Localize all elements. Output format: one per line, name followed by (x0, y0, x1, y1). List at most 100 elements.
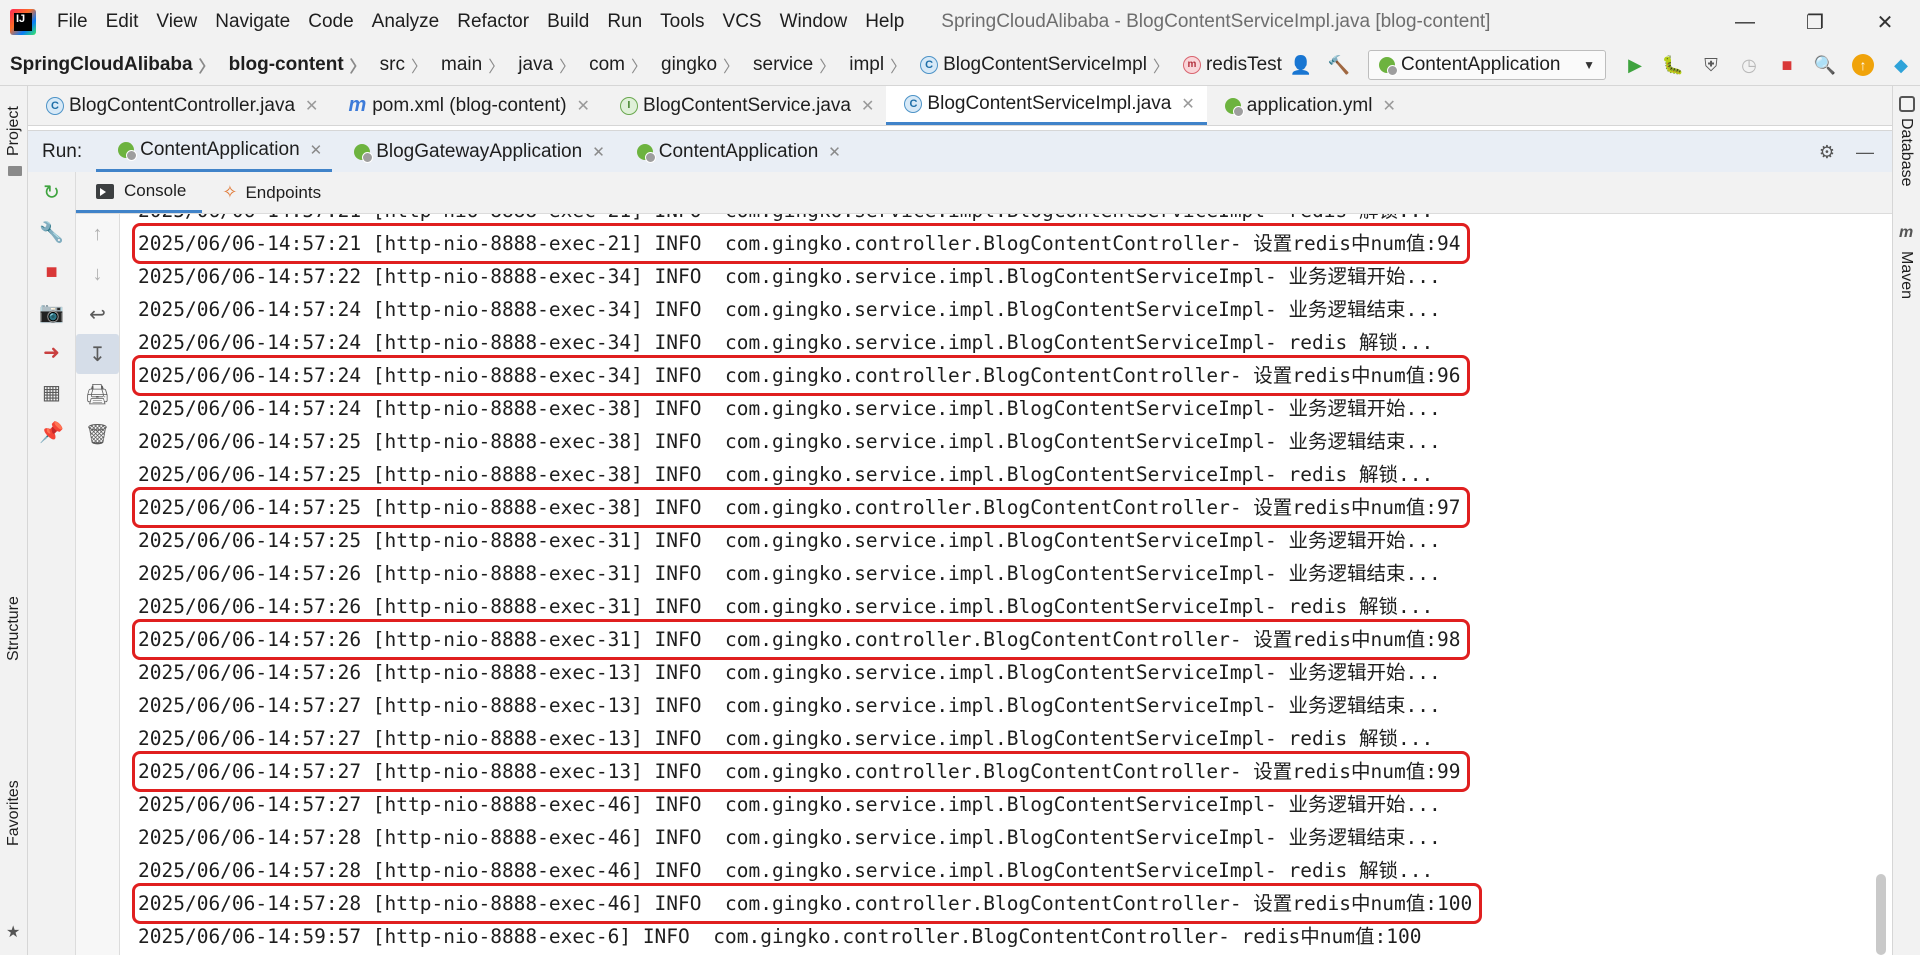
tab-pom-xml[interactable]: m pom.xml (blog-content) ✕ (330, 86, 602, 125)
wrench-icon[interactable]: 🔧 (28, 212, 75, 252)
user-icon[interactable]: 👤 (1286, 50, 1316, 80)
menu-view[interactable]: View (147, 11, 206, 33)
breadcrumb-gingko[interactable]: gingko 〉 (651, 53, 743, 77)
run-tab-contentapplication[interactable]: ContentApplication ✕ (96, 131, 333, 172)
log-line: 2025/06/06-14:57:24 [http-nio-8888-exec-… (138, 298, 1441, 321)
pin-icon[interactable]: 📌 (28, 412, 75, 452)
breadcrumb-method[interactable]: m redisTest (1173, 54, 1286, 76)
spring-boot-icon (1379, 57, 1398, 76)
menu-tools[interactable]: Tools (651, 11, 713, 33)
close-tab-icon[interactable]: ✕ (828, 143, 841, 161)
search-icon[interactable]: 🔍 (1810, 50, 1840, 80)
camera-icon[interactable]: 📷 (28, 292, 75, 332)
log-line: 2025/06/06-14:57:22 [http-nio-8888-exec-… (138, 265, 1441, 288)
profile-icon[interactable]: ◷ (1734, 50, 1764, 80)
chevron-right-icon: 〉 (723, 58, 740, 76)
menu-analyze[interactable]: Analyze (363, 11, 449, 33)
exit-icon[interactable]: ➜ (28, 332, 75, 372)
breadcrumb-java[interactable]: java 〉 (508, 53, 579, 77)
stop-icon[interactable]: ■ (1772, 50, 1802, 80)
hammer-build-icon[interactable]: 🔨 (1324, 50, 1354, 80)
run-configuration-select[interactable]: ContentApplication ▼ (1368, 50, 1606, 80)
breadcrumb-service[interactable]: service 〉 (743, 53, 839, 77)
minimize-icon[interactable]: — (1710, 0, 1780, 44)
coverage-icon[interactable]: ⛨ (1696, 50, 1726, 80)
tab-endpoints[interactable]: ✧ Endpoints (202, 172, 337, 213)
breadcrumb-label: java (518, 53, 554, 75)
menu-file[interactable]: File (48, 11, 97, 33)
log-line: 2025/06/06-14:57:25 [http-nio-8888-exec-… (138, 529, 1441, 552)
breadcrumb-src[interactable]: src 〉 (370, 53, 431, 77)
close-tab-icon[interactable]: ✕ (592, 143, 605, 161)
tab-application-yml[interactable]: application.yml ✕ (1207, 86, 1408, 125)
class-icon: C (904, 95, 923, 113)
stop-icon[interactable]: ■ (28, 252, 75, 292)
print-icon[interactable]: 🖨 (76, 374, 119, 414)
log-line: 2025/06/06-14:57:25 [http-nio-8888-exec-… (138, 463, 1434, 486)
subtab-label: Endpoints (245, 182, 322, 202)
rerun-icon[interactable]: ↻ (28, 172, 75, 212)
menu-window[interactable]: Window (771, 11, 857, 33)
run-toolbar-secondary: ↑ ↓ ↩ ↧ 🖨 🗑 (76, 214, 120, 955)
navigation-bar: SpringCloudAlibaba 〉 blog-content 〉 src 〉 m… (0, 44, 1920, 86)
trash-icon[interactable]: 🗑 (76, 414, 119, 454)
layout-icon[interactable]: ▦ (28, 372, 75, 412)
arrow-down-icon[interactable]: ↓ (76, 254, 119, 294)
run-icon[interactable]: ▶ (1620, 50, 1650, 80)
run-configuration-label: ContentApplication (1401, 54, 1561, 75)
minimize-panel-icon[interactable]: — (1850, 137, 1880, 167)
run-tab-bloggatewayapplication[interactable]: BlogGatewayApplication ✕ (332, 131, 615, 172)
close-tab-icon[interactable]: ✕ (305, 96, 318, 116)
close-tab-icon[interactable]: ✕ (310, 141, 323, 159)
maven-tool-button[interactable]: Maven (1897, 251, 1915, 299)
close-tab-icon[interactable]: ✕ (1181, 94, 1194, 114)
console-output[interactable]: 2025/06/06-14:57:21 [http-nio-8888-exec-… (120, 214, 1872, 955)
log-line-highlighted: 2025/06/06-14:57:24 [http-nio-8888-exec-… (131, 355, 1471, 396)
restore-icon[interactable]: ❐ (1780, 0, 1850, 44)
soft-wrap-icon[interactable]: ↩ (76, 294, 119, 334)
close-tab-icon[interactable]: ✕ (577, 96, 590, 116)
run-tab-contentapplication-2[interactable]: ContentApplication ✕ (615, 131, 851, 172)
breadcrumb-impl[interactable]: impl 〉 (839, 53, 910, 77)
scroll-to-end-icon[interactable]: ↧ (76, 334, 119, 374)
breadcrumb-project[interactable]: SpringCloudAlibaba 〉 (0, 53, 219, 77)
plugin-icon[interactable]: ◆ (1886, 50, 1916, 80)
tab-blogcontentcontroller[interactable]: C BlogContentController.java ✕ (28, 86, 330, 125)
menu-build[interactable]: Build (538, 11, 598, 33)
scrollbar-thumb[interactable] (1876, 874, 1886, 955)
tab-blogcontentserviceimpl[interactable]: C BlogContentServiceImpl.java ✕ (886, 86, 1207, 125)
menu-refactor[interactable]: Refactor (448, 11, 538, 33)
class-icon: C (920, 55, 939, 74)
menu-edit[interactable]: Edit (97, 11, 148, 33)
close-tab-icon[interactable]: ✕ (1382, 96, 1395, 116)
tab-blogcontentservice[interactable]: I BlogContentService.java ✕ (602, 86, 886, 125)
menu-navigate[interactable]: Navigate (206, 11, 299, 33)
breadcrumb-module[interactable]: blog-content 〉 (219, 53, 370, 77)
tab-console[interactable]: Console (76, 172, 203, 213)
menu-vcs[interactable]: VCS (714, 11, 771, 33)
run-tab-label: BlogGatewayApplication (376, 140, 583, 162)
window-title: SpringCloudAlibaba - BlogContentServiceI… (941, 11, 1491, 32)
run-subtabs: Console ✧ Endpoints (76, 172, 1892, 214)
menu-bar: IJ File Edit View Navigate Code Analyze … (0, 0, 1920, 44)
structure-tool-button[interactable]: Structure (5, 596, 23, 661)
breadcrumb-label: com (589, 53, 625, 75)
run-tab-label: ContentApplication (140, 139, 300, 160)
gear-icon[interactable]: ⚙ (1812, 137, 1842, 167)
breadcrumb-com[interactable]: com 〉 (579, 53, 651, 77)
console-scrollbar[interactable] (1872, 214, 1892, 955)
menu-code[interactable]: Code (299, 11, 362, 33)
favorites-tool-button[interactable]: Favorites (5, 780, 23, 846)
menu-help[interactable]: Help (856, 11, 913, 33)
project-tool-button[interactable]: Project (5, 106, 23, 156)
breadcrumb-class[interactable]: C BlogContentServiceImpl 〉 (910, 53, 1173, 77)
debug-icon[interactable]: 🐛 (1658, 50, 1688, 80)
spring-config-icon (1224, 97, 1244, 117)
menu-run[interactable]: Run (598, 11, 651, 33)
close-tab-icon[interactable]: ✕ (861, 96, 874, 116)
database-tool-button[interactable]: Database (1897, 118, 1915, 187)
close-window-icon[interactable]: ✕ (1850, 0, 1920, 44)
arrow-up-icon[interactable]: ↑ (76, 214, 119, 254)
update-icon[interactable]: ↑ (1848, 50, 1878, 80)
breadcrumb-main[interactable]: main 〉 (431, 53, 508, 77)
